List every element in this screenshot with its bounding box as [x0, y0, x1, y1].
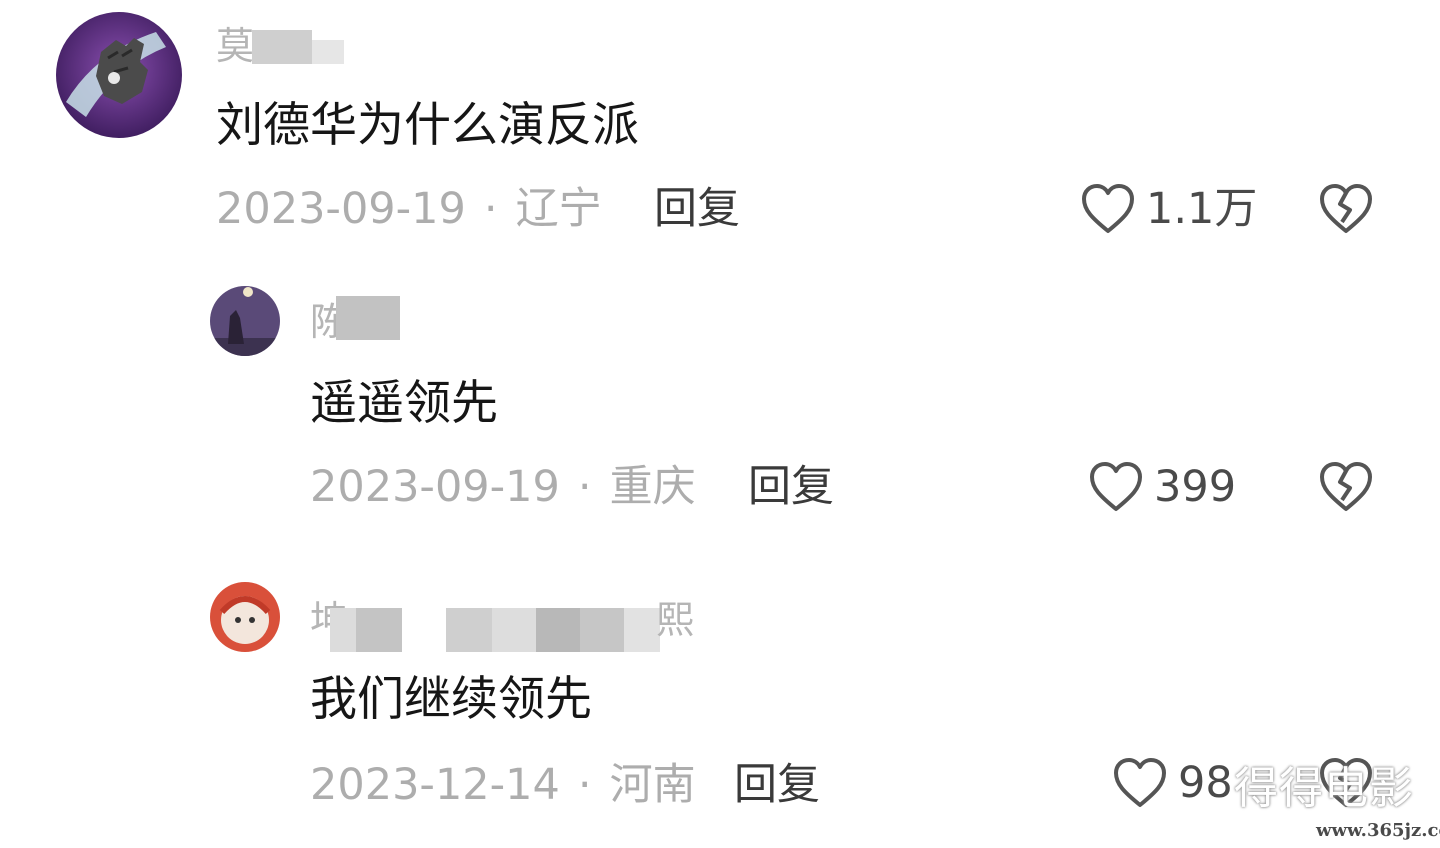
avatar[interactable] — [210, 286, 280, 356]
comment-location: 辽宁 — [515, 184, 602, 234]
like-count: 1.1万 — [1146, 184, 1258, 234]
username-redaction — [312, 40, 344, 64]
meta-separator: · — [483, 184, 498, 234]
comment-meta: 2023-12-14 · 河南 — [310, 760, 696, 810]
username-redaction — [330, 608, 356, 652]
username-redaction — [252, 30, 312, 64]
heart-outline-icon — [1112, 756, 1168, 810]
broken-heart-icon — [1318, 460, 1374, 514]
reply-button[interactable]: 回复 — [748, 462, 834, 512]
comment-location: 重庆 — [609, 462, 696, 512]
avatar[interactable] — [210, 582, 280, 652]
meta-separator: · — [577, 462, 592, 512]
reply-button[interactable]: 回复 — [654, 184, 740, 234]
username-tail-text: 熙 — [656, 598, 695, 642]
comment-text: 我们继续领先 — [310, 672, 592, 727]
comment-date: 2023-09-19 — [216, 184, 466, 234]
like-count: 98 — [1178, 758, 1233, 808]
dislike-button[interactable] — [1318, 182, 1374, 236]
heart-outline-icon — [1080, 182, 1136, 236]
username-redaction — [356, 608, 402, 652]
broken-heart-icon — [1318, 182, 1374, 236]
comment-meta: 2023-09-19 · 重庆 — [310, 462, 696, 512]
username-tail: 熙 — [656, 598, 694, 642]
username-text: 莫 — [216, 24, 255, 68]
reply-button[interactable]: 回复 — [734, 760, 820, 810]
username-redaction — [336, 296, 400, 340]
username[interactable]: 莫 — [216, 24, 254, 68]
username-redaction — [536, 608, 580, 652]
comment-location: 河南 — [609, 760, 696, 810]
comment-date: 2023-12-14 — [310, 760, 560, 810]
comment-text: 遥遥领先 — [310, 376, 498, 431]
comment-date: 2023-09-19 — [310, 462, 560, 512]
avatar[interactable] — [56, 12, 182, 138]
like-count: 399 — [1154, 462, 1237, 512]
username-redaction — [492, 608, 536, 652]
username-redaction — [580, 608, 624, 652]
watermark-url: www.365jz.com — [1316, 820, 1440, 841]
like-button[interactable]: 399 — [1088, 460, 1236, 514]
like-button[interactable]: 98 — [1112, 756, 1233, 810]
heart-outline-icon — [1088, 460, 1144, 514]
username-redaction — [446, 608, 492, 652]
watermark-brand: 得得电影 — [1234, 763, 1414, 814]
comment-thread: 莫 刘德华为什么演反派 2023-09-19 · 辽宁 回复 1.1万 陈 遥遥… — [0, 0, 1440, 848]
username-redaction — [624, 608, 660, 652]
dislike-button[interactable] — [1318, 460, 1374, 514]
meta-separator: · — [577, 760, 592, 810]
comment-text: 刘德华为什么演反派 — [216, 98, 639, 153]
comment-meta: 2023-09-19 · 辽宁 — [216, 184, 602, 234]
like-button[interactable]: 1.1万 — [1080, 182, 1257, 236]
